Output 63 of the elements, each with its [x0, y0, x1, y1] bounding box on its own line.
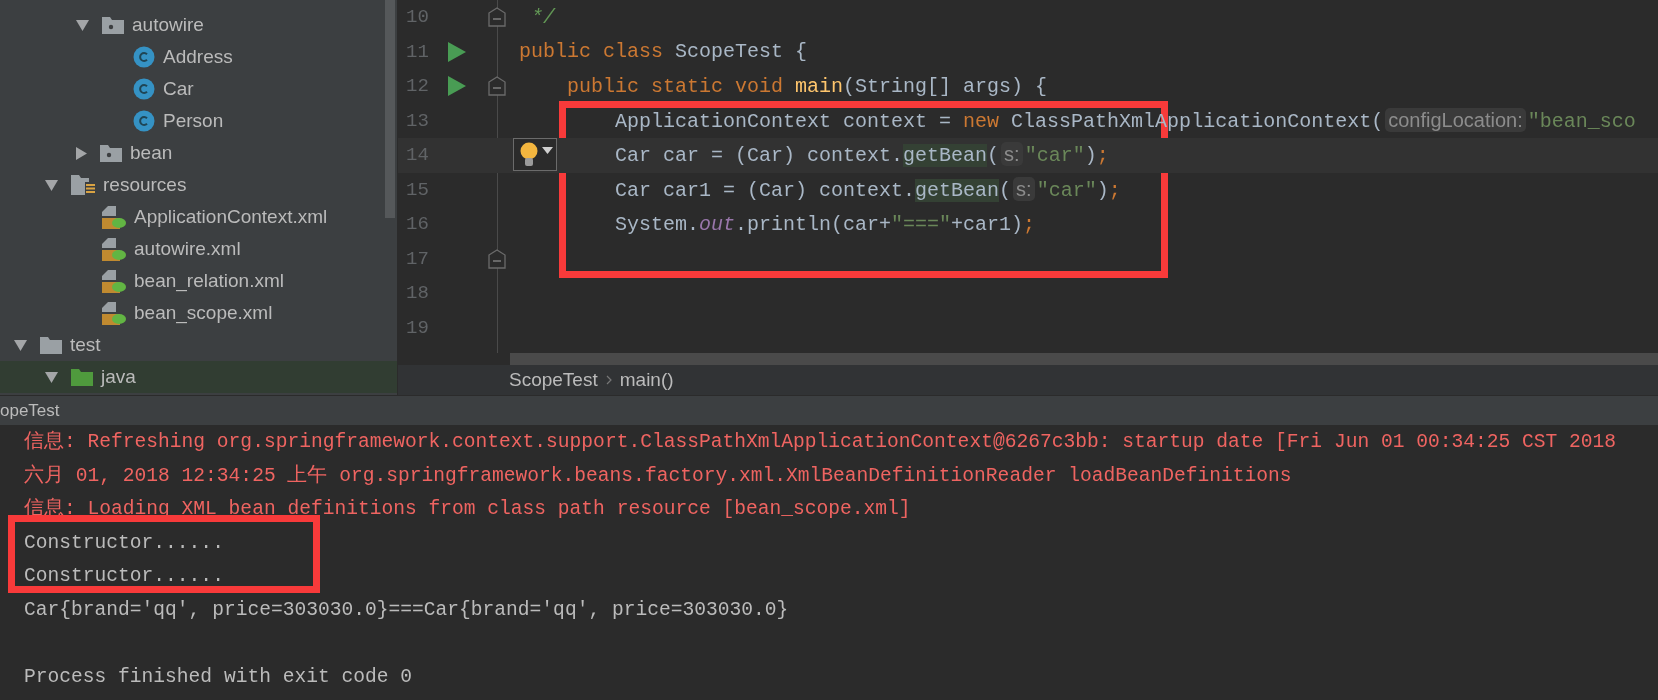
xml-file-icon — [102, 301, 126, 325]
tree-item[interactable]: test — [0, 329, 397, 361]
line-number: 15 — [405, 178, 430, 201]
scrollbar-thumb[interactable] — [510, 353, 1658, 365]
code-line: */ — [530, 5, 555, 29]
expand-arrow-icon[interactable] — [45, 179, 58, 191]
console-line: Process finished with exit code 0 — [23, 664, 414, 690]
code-line: public class ScopeTest { — [519, 40, 808, 64]
package-icon — [102, 16, 124, 34]
code-line: Car car1 = (Car) context.getBean( s: "car"); — [614, 177, 1121, 202]
fold-marker-icon[interactable] — [488, 248, 506, 269]
chevron-icon — [605, 375, 612, 385]
xml-file-icon — [102, 269, 126, 293]
line-number: 16 — [405, 213, 430, 236]
scrollbar-thumb[interactable] — [385, 0, 395, 218]
code-line: System.out.println(car+"==="+car1); — [614, 212, 1036, 236]
expand-arrow-icon[interactable] — [76, 19, 89, 31]
tree-item[interactable]: Person — [0, 105, 397, 137]
console-line: Car{brand='qq', price=303030.0}===Car{brand='qq', price=303030.0} — [23, 597, 790, 623]
tree-item[interactable]: ApplicationContext.xml — [0, 201, 397, 233]
caret-icon — [542, 147, 553, 154]
collapse-arrow-icon[interactable] — [76, 146, 87, 160]
console-line: Constructor...... — [23, 530, 225, 556]
class-icon — [133, 110, 155, 132]
xml-file-icon — [102, 237, 126, 261]
run-icon[interactable] — [448, 76, 466, 97]
tree-item[interactable]: autowire — [0, 9, 397, 41]
tree-item[interactable]: autowire.xml — [0, 233, 397, 265]
breadcrumb-item[interactable]: main() — [619, 369, 674, 391]
tree-item[interactable]: bean — [0, 137, 397, 169]
line-number: 13 — [405, 109, 430, 132]
line-number: 12 — [405, 75, 430, 98]
lightbulb-icon — [520, 141, 538, 168]
console-line: 信息: Refreshing org.springframework.context.support.ClassPathXmlApplicationContext@6267c3bb: startup date [Fri Jun 01 00:34:25 CST 2018 — [23, 429, 1618, 455]
tree-item[interactable]: bean_relation.xml — [0, 265, 397, 297]
tree-item[interactable]: Address — [0, 41, 397, 73]
line-number: 11 — [405, 40, 430, 63]
console-line: 六月 01, 2018 12:34:25 上午 org.springframework.beans.factory.xml.XmlBeanDefinitionReader loadBeanDefinitions — [23, 463, 1293, 489]
run-tab[interactable]: opeTest — [0, 400, 60, 421]
tree-item[interactable]: Car — [0, 73, 397, 105]
run-icon[interactable] — [448, 41, 466, 62]
breadcrumb-item[interactable]: ScopeTest — [509, 369, 598, 391]
tree-item[interactable]: java — [0, 361, 397, 393]
intention-button[interactable] — [513, 138, 557, 171]
fold-marker-icon[interactable] — [488, 7, 506, 28]
line-number: 19 — [405, 316, 430, 339]
tree-item[interactable]: resources — [0, 169, 397, 201]
tree-item[interactable]: bean_scope.xml — [0, 297, 397, 329]
folder-icon — [40, 336, 62, 354]
console-line: Constructor...... — [23, 564, 225, 589]
expand-arrow-icon[interactable] — [45, 371, 58, 383]
line-number: 10 — [405, 6, 430, 29]
code-line: public static void main(String[] args) { — [566, 74, 1048, 98]
xml-file-icon — [102, 205, 126, 229]
expand-arrow-icon[interactable] — [14, 339, 27, 351]
class-icon — [133, 78, 155, 100]
line-number: 17 — [405, 247, 430, 270]
fold-marker-icon[interactable] — [488, 76, 506, 97]
resources-folder-icon — [71, 175, 95, 195]
source-folder-icon — [71, 368, 93, 386]
line-number: 18 — [405, 282, 430, 305]
package-icon — [100, 144, 122, 162]
class-icon — [133, 46, 155, 68]
